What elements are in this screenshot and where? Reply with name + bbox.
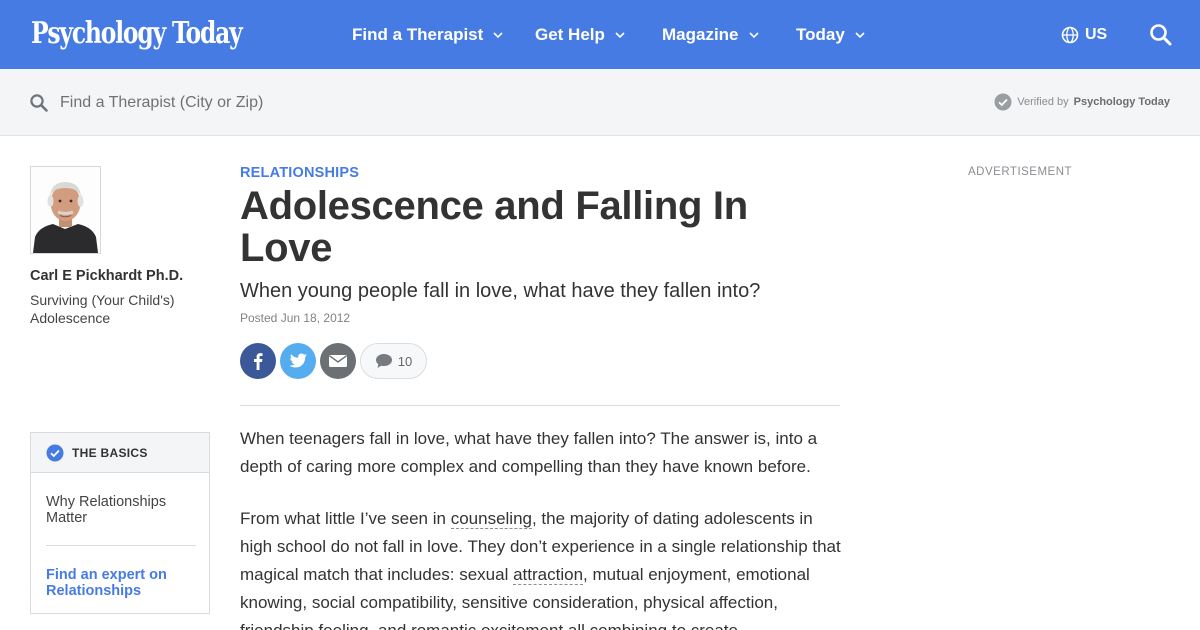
twitter-icon: [289, 353, 307, 368]
top-nav-bar: Psychology Today Find a Therapist Get He…: [0, 0, 1200, 69]
chevron-down-icon: [748, 32, 759, 39]
envelope-icon: [329, 355, 347, 367]
chevron-down-icon: [493, 32, 503, 39]
therapist-search-bar: Verified by Psychology Today: [0, 69, 1200, 136]
author-avatar[interactable]: [30, 166, 101, 254]
therapist-search-input[interactable]: [60, 90, 480, 116]
chevron-down-icon: [615, 32, 625, 39]
globe-icon: [1061, 26, 1079, 44]
author-name[interactable]: Carl E Pickhardt Ph.D.: [30, 268, 183, 284]
the-basics-box: THE BASICS Why Relationships Matter Find…: [30, 432, 210, 614]
advertisement-label: ADVERTISEMENT: [968, 166, 1073, 178]
nav-label: Find a Therapist: [352, 25, 484, 44]
site-logo[interactable]: Psychology Today: [31, 14, 243, 54]
divider: [240, 405, 840, 406]
verified-badge: Verified by Psychology Today: [994, 93, 1170, 111]
article-subtitle: When young people fall in love, what hav…: [240, 280, 761, 302]
check-circle-icon: [994, 93, 1012, 111]
comment-count: 10: [397, 353, 413, 369]
search-icon: [30, 94, 48, 112]
nav-get-help[interactable]: Get Help: [535, 23, 627, 47]
article-title: Adolescence and Falling In Love: [240, 184, 748, 270]
nav-label: Get Help: [535, 25, 605, 44]
nav-today[interactable]: Today: [796, 23, 867, 47]
verified-brand: Psychology Today: [1073, 96, 1170, 108]
paragraph-text: From what little I’ve seen in: [240, 509, 451, 528]
region-label: US: [1085, 26, 1108, 43]
author-portrait-image: [31, 167, 100, 253]
the-basics-heading: THE BASICS: [72, 445, 148, 460]
nav-find-therapist[interactable]: Find a Therapist: [352, 23, 505, 47]
facebook-icon: [254, 353, 263, 370]
article-paragraph: From what little I’ve seen in counseling…: [240, 505, 845, 630]
article-category[interactable]: RELATIONSHIPS: [240, 165, 359, 181]
comments-button[interactable]: 10: [360, 343, 427, 379]
check-circle-icon: [46, 444, 64, 461]
glossary-link-attraction[interactable]: attraction: [513, 565, 584, 585]
nav-label: Magazine: [662, 25, 739, 44]
twitter-share-button[interactable]: [280, 343, 316, 379]
chevron-down-icon: [855, 32, 865, 39]
region-selector[interactable]: US: [1061, 23, 1107, 47]
article-paragraph: When teenagers fall in love, what have t…: [240, 429, 818, 476]
verified-prefix: Verified by: [1017, 96, 1069, 108]
comment-bubble-icon: [375, 354, 392, 368]
basics-link-why-relationships[interactable]: Why Relationships Matter: [46, 494, 196, 526]
nav-magazine[interactable]: Magazine: [662, 23, 761, 47]
facebook-share-button[interactable]: [240, 343, 276, 379]
find-expert-link[interactable]: Find an expert on Relationships: [46, 567, 206, 599]
the-basics-header: THE BASICS: [31, 433, 209, 473]
nav-label: Today: [796, 25, 845, 44]
author-blog-title[interactable]: Surviving (Your Child's) Adolescence: [30, 291, 205, 327]
divider: [46, 545, 196, 546]
email-share-button[interactable]: [320, 343, 356, 379]
glossary-link-counseling[interactable]: counseling: [450, 509, 532, 529]
posted-date: Posted Jun 18, 2012: [240, 311, 351, 325]
search-icon[interactable]: [1148, 22, 1174, 48]
